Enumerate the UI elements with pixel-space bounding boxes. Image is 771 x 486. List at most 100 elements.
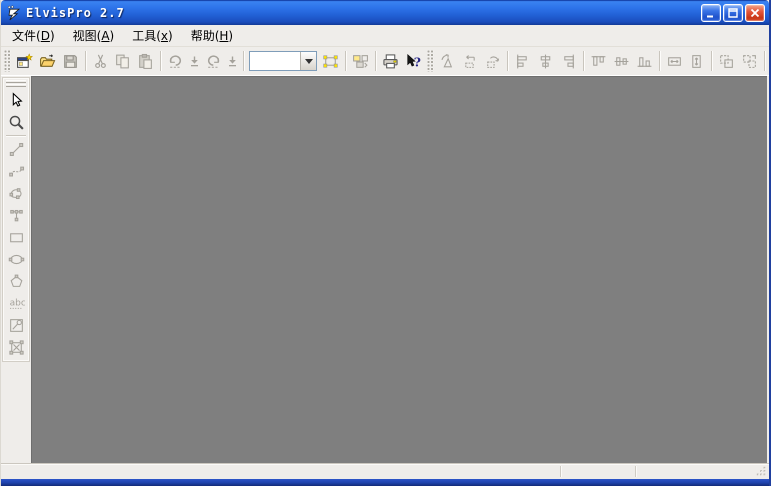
same-height-button[interactable] xyxy=(686,50,709,72)
print-button[interactable] xyxy=(379,50,402,72)
zoom-icon xyxy=(8,114,25,131)
undo-dropdown-button[interactable] xyxy=(187,50,202,72)
menu-file[interactable]: 文件(D) xyxy=(5,24,62,47)
zoom-combobox[interactable] xyxy=(249,51,317,71)
group-button[interactable] xyxy=(715,50,738,72)
ungroup-icon xyxy=(741,53,758,70)
ungroup-button[interactable] xyxy=(738,50,761,72)
align-top-button[interactable] xyxy=(587,50,610,72)
new-icon xyxy=(16,53,33,70)
toolbar-grip[interactable] xyxy=(4,50,11,72)
ellipse-icon xyxy=(8,251,25,268)
app-icon xyxy=(6,5,22,21)
polygon-icon xyxy=(8,273,25,290)
open-folder-icon xyxy=(39,53,56,70)
menu-help[interactable]: 帮助(H) xyxy=(184,24,240,47)
image-icon xyxy=(8,339,25,356)
copy-icon xyxy=(114,53,131,70)
align-right-icon xyxy=(560,53,577,70)
resize-grip[interactable] xyxy=(754,464,769,479)
toolbar-separator xyxy=(375,51,376,71)
close-button[interactable] xyxy=(745,4,765,22)
polyline-tool-button[interactable] xyxy=(3,160,29,182)
menu-bar: 文件(D) 视图(A) 工具(x) 帮助(H) xyxy=(1,25,769,47)
minimize-button[interactable] xyxy=(701,4,721,22)
combo-dropdown-button[interactable] xyxy=(300,52,316,70)
maximize-button[interactable] xyxy=(723,4,743,22)
menu-view[interactable]: 视图(A) xyxy=(66,24,122,47)
undo-icon xyxy=(167,53,184,70)
drawing-canvas[interactable] xyxy=(31,76,767,463)
rotate-right-button[interactable] xyxy=(481,50,504,72)
toolbar-separator xyxy=(711,51,712,71)
window-border-bottom xyxy=(1,479,769,486)
close-icon xyxy=(749,7,761,19)
ellipse-tool-button[interactable] xyxy=(3,248,29,270)
toolbar-separator xyxy=(85,51,86,71)
rotate-icon xyxy=(439,53,456,70)
align-right-button[interactable] xyxy=(557,50,580,72)
undo-button[interactable] xyxy=(164,50,187,72)
title-bar[interactable]: ElvisPro 2.7 xyxy=(1,0,769,25)
redo-dropdown-button[interactable] xyxy=(225,50,240,72)
status-pane-main xyxy=(1,464,560,479)
flip-horizontal-icon xyxy=(461,53,478,70)
connector-tool-button[interactable] xyxy=(3,204,29,226)
select-icon xyxy=(8,92,25,109)
redo-button[interactable] xyxy=(202,50,225,72)
toolbar-separator xyxy=(583,51,584,71)
workspace: abc xyxy=(1,76,769,463)
minimize-icon xyxy=(705,7,717,19)
open-button[interactable] xyxy=(36,50,59,72)
palette-separator xyxy=(6,135,26,136)
zoom-combo-input[interactable] xyxy=(250,52,300,70)
toolbar-grip[interactable] xyxy=(427,50,434,72)
line-tool-button[interactable] xyxy=(3,138,29,160)
same-width-icon xyxy=(666,53,683,70)
closed-curve-tool-button[interactable] xyxy=(3,182,29,204)
cut-button[interactable] xyxy=(89,50,112,72)
scale-selection-button[interactable] xyxy=(319,50,342,72)
new-button[interactable] xyxy=(13,50,36,72)
app-window: ElvisPro 2.7 文件(D) 视图(A) 工具(x) 帮助(H) xyxy=(0,0,771,486)
paste-icon xyxy=(137,53,154,70)
polygon-tool-button[interactable] xyxy=(3,270,29,292)
symbol-library-button[interactable] xyxy=(349,50,372,72)
text-icon: abc xyxy=(8,295,25,312)
align-middle-icon xyxy=(613,53,630,70)
context-help-icon: ? xyxy=(405,53,422,70)
menu-tools[interactable]: 工具(x) xyxy=(125,24,179,47)
image-tool-button[interactable] xyxy=(3,336,29,358)
status-bar xyxy=(1,463,769,479)
align-center-button[interactable] xyxy=(534,50,557,72)
zoom-tool-button[interactable] xyxy=(3,111,29,133)
palette-grip[interactable] xyxy=(6,80,26,88)
group-icon xyxy=(718,53,735,70)
tool-palette: abc xyxy=(1,76,31,463)
link-tool-button[interactable] xyxy=(3,314,29,336)
same-width-button[interactable] xyxy=(663,50,686,72)
context-help-button[interactable]: ? xyxy=(402,50,425,72)
svg-text:?: ? xyxy=(413,55,420,69)
copy-button[interactable] xyxy=(112,50,135,72)
rectangle-icon xyxy=(8,229,25,246)
resize-grip-icon xyxy=(756,465,767,478)
closed-curve-icon xyxy=(8,185,25,202)
align-left-button[interactable] xyxy=(511,50,534,72)
text-tool-button[interactable]: abc xyxy=(3,292,29,314)
rotate-button[interactable] xyxy=(436,50,459,72)
rectangle-tool-button[interactable] xyxy=(3,226,29,248)
link-icon xyxy=(8,317,25,334)
flip-horizontal-button[interactable] xyxy=(459,50,482,72)
connector-icon xyxy=(8,207,25,224)
svg-text:abc: abc xyxy=(9,298,24,308)
scale-selection-icon xyxy=(322,53,339,70)
align-bottom-button[interactable] xyxy=(633,50,656,72)
save-icon xyxy=(62,53,79,70)
select-tool-button[interactable] xyxy=(3,89,29,111)
paste-button[interactable] xyxy=(134,50,157,72)
print-icon xyxy=(382,53,399,70)
align-middle-button[interactable] xyxy=(610,50,633,72)
save-button[interactable] xyxy=(59,50,82,72)
polyline-icon xyxy=(8,163,25,180)
